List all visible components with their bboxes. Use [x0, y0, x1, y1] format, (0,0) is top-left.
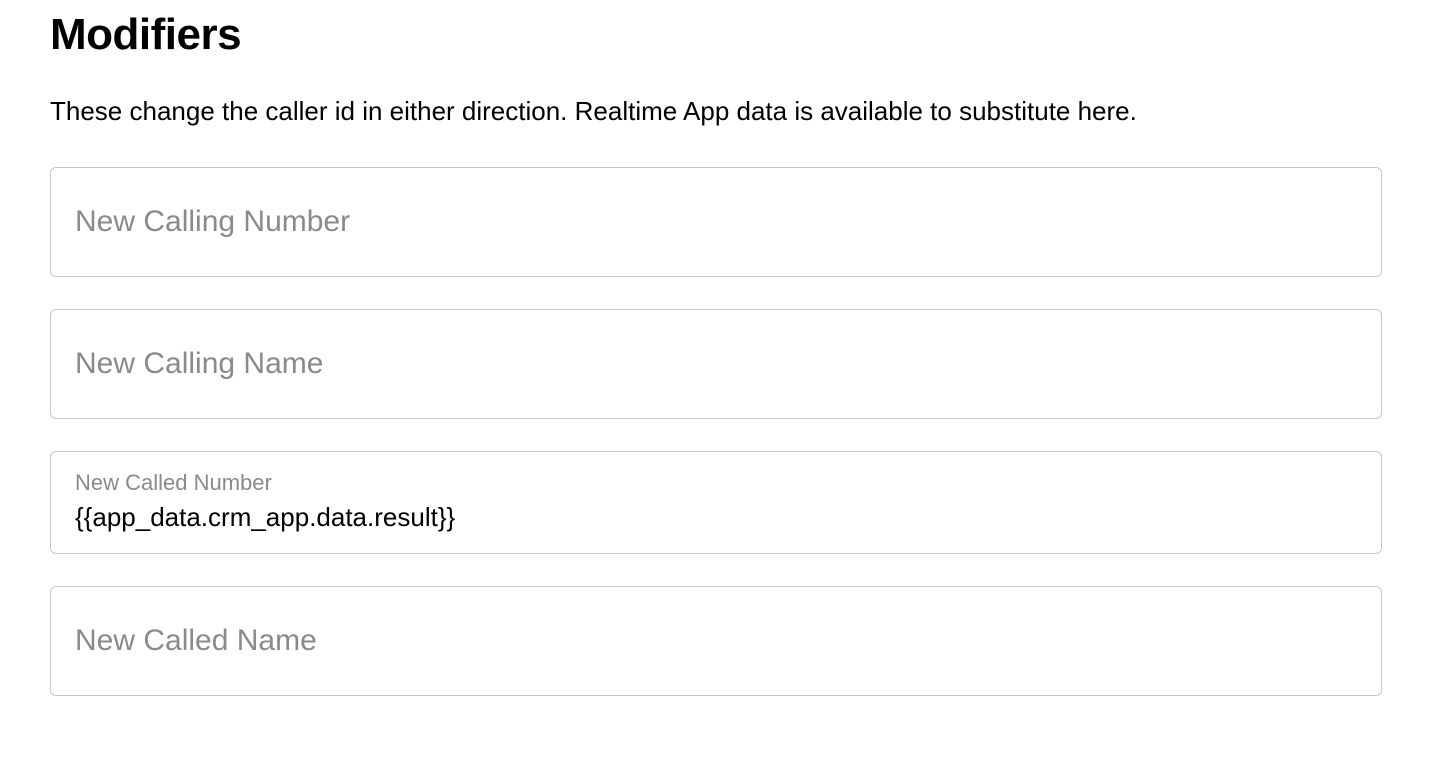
- section-description: These change the caller id in either dir…: [50, 96, 1382, 127]
- calling-number-field[interactable]: New Calling Number: [50, 167, 1382, 277]
- called-name-field[interactable]: New Called Name: [50, 586, 1382, 696]
- called-number-field[interactable]: New Called Number {{app_data.crm_app.dat…: [50, 451, 1382, 554]
- calling-name-field[interactable]: New Calling Name: [50, 309, 1382, 419]
- section-title: Modifiers: [50, 10, 1382, 60]
